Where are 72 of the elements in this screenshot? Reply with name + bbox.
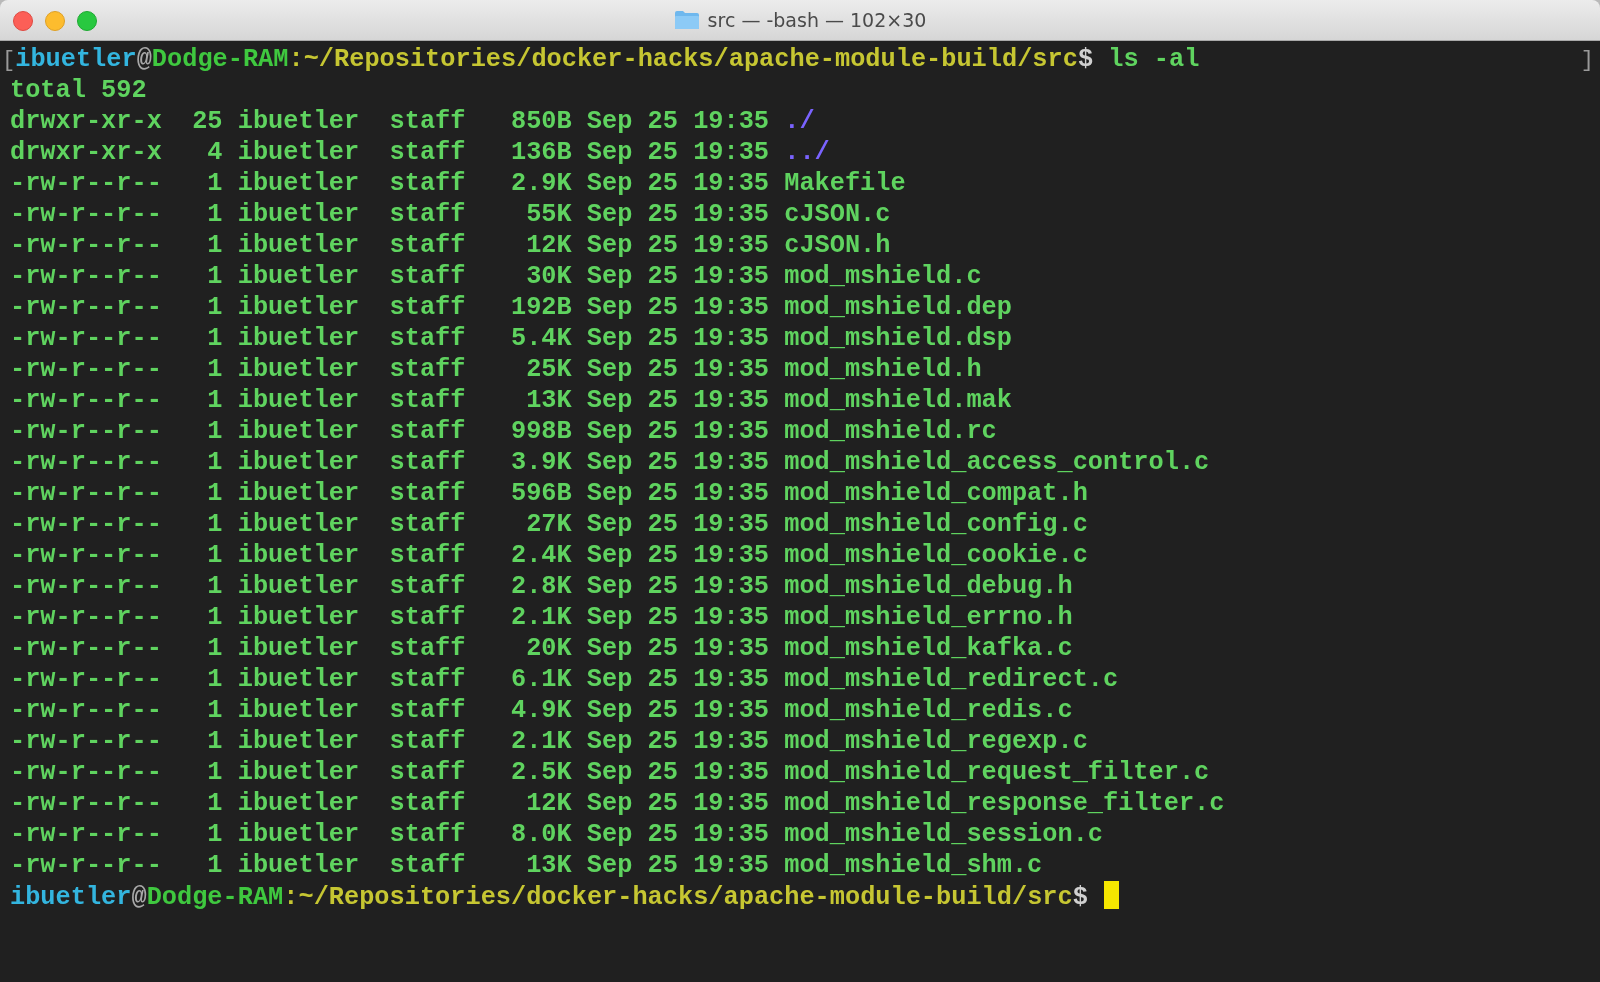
minimize-button[interactable] [45,11,65,31]
file-details: -rw-r--r-- 1 ibuetler staff 4.9K Sep 25 19:35 [10,696,771,725]
file-name: mod_mshield_shm.c [784,851,1043,880]
bracket-mark: ] [1580,47,1594,75]
file-details: -rw-r--r-- 1 ibuetler staff 192B Sep 25 19:35 [10,293,771,322]
file-details: -rw-r--r-- 1 ibuetler staff 596B Sep 25 19:35 [10,479,771,508]
file-name: mod_mshield_regexp.c [784,727,1088,756]
file-name: mod_mshield_response_filter.c [784,789,1225,818]
file-name: Makefile [784,169,906,198]
file-name: cJSON.h [784,231,891,260]
file-details: -rw-r--r-- 1 ibuetler staff 27K Sep 25 19:35 [10,510,771,539]
file-details: -rw-r--r-- 1 ibuetler staff 3.9K Sep 25 19:35 [10,448,771,477]
prompt-symbol: $ [1072,883,1088,912]
prompt-separator: : [288,45,304,74]
file-name: mod_mshield_config.c [784,510,1088,539]
file-details: -rw-r--r-- 1 ibuetler staff 30K Sep 25 19:35 [10,262,771,291]
file-name: mod_mshield_kafka.c [784,634,1073,663]
file-details: -rw-r--r-- 1 ibuetler staff 12K Sep 25 19:35 [10,789,771,818]
output-line: total 592 [10,76,147,105]
file-details: -rw-r--r-- 1 ibuetler staff 25K Sep 25 19:35 [10,355,771,384]
file-name: mod_mshield.dep [784,293,1012,322]
file-name: mod_mshield_redirect.c [784,665,1119,694]
file-details: -rw-r--r-- 1 ibuetler staff 13K Sep 25 19:35 [10,851,771,880]
file-name: mod_mshield_access_control.c [784,448,1210,477]
file-name: mod_mshield.c [784,262,982,291]
file-name: mod_mshield.h [784,355,982,384]
prompt-user: ibuetler [15,45,137,74]
prompt-host: Dodge-RAM [151,45,289,74]
file-details: -rw-r--r-- 1 ibuetler staff 2.5K Sep 25 19:35 [10,758,771,787]
file-name: mod_mshield_errno.h [784,603,1073,632]
prompt-separator: @ [136,45,152,74]
file-details: -rw-r--r-- 1 ibuetler staff 20K Sep 25 19:35 [10,634,771,663]
file-details: -rw-r--r-- 1 ibuetler staff 2.9K Sep 25 19:35 [10,169,771,198]
file-name: mod_mshield_session.c [784,820,1103,849]
zoom-button[interactable] [77,11,97,31]
file-name: mod_mshield.mak [784,386,1012,415]
prompt-symbol: $ [1077,45,1094,74]
prompt-host: Dodge-RAM [146,883,284,912]
directory-name: ../ [784,138,830,167]
file-name: mod_mshield_request_filter.c [784,758,1210,787]
file-details: -rw-r--r-- 1 ibuetler staff 2.8K Sep 25 19:35 [10,572,771,601]
bracket-mark: [ [2,48,16,73]
prompt-separator: @ [131,883,147,912]
file-name: mod_mshield_compat.h [784,479,1088,508]
command-text: ls -al [1107,45,1200,74]
file-details: -rw-r--r-- 1 ibuetler staff 2.1K Sep 25 19:35 [10,727,771,756]
file-details: -rw-r--r-- 1 ibuetler staff 12K Sep 25 19:35 [10,231,771,260]
file-name: mod_mshield_redis.c [784,696,1073,725]
close-button[interactable] [13,11,33,31]
file-details: -rw-r--r-- 1 ibuetler staff 998B Sep 25 19:35 [10,417,771,446]
file-details: -rw-r--r-- 1 ibuetler staff 2.4K Sep 25 19:35 [10,541,771,570]
file-name: mod_mshield_cookie.c [784,541,1088,570]
prompt-path: ~/Repositories/docker-hacks/apache-module-build/src [298,883,1073,912]
file-name: cJSON.c [784,200,891,229]
file-details: -rw-r--r-- 1 ibuetler staff 8.0K Sep 25 19:35 [10,820,771,849]
file-details: -rw-r--r-- 1 ibuetler staff 5.4K Sep 25 19:35 [10,324,771,353]
prompt-path: ~/Repositories/docker-hacks/apache-module-build/src [303,45,1078,74]
folder-icon [673,10,700,30]
text-cursor [1103,881,1119,909]
file-details: -rw-r--r-- 1 ibuetler staff 2.1K Sep 25 19:35 [10,603,771,632]
file-details: drwxr-xr-x 25 ibuetler staff 850B Sep 25 19:35 [10,107,771,136]
file-details: drwxr-xr-x 4 ibuetler staff 136B Sep 25 19:35 [10,138,771,167]
prompt-user: ibuetler [10,883,132,912]
file-details: -rw-r--r-- 1 ibuetler staff 55K Sep 25 19:35 [10,200,771,229]
window-title: src — -bash — 102×30 [707,7,927,33]
file-name: mod_mshield.rc [784,417,997,446]
file-name: mod_mshield.dsp [784,324,1012,353]
file-details: -rw-r--r-- 1 ibuetler staff 13K Sep 25 19:35 [10,386,771,415]
file-details: -rw-r--r-- 1 ibuetler staff 6.1K Sep 25 19:35 [10,665,771,694]
prompt-separator: : [283,883,299,912]
file-name: mod_mshield_debug.h [784,572,1073,601]
directory-name: ./ [784,107,815,136]
